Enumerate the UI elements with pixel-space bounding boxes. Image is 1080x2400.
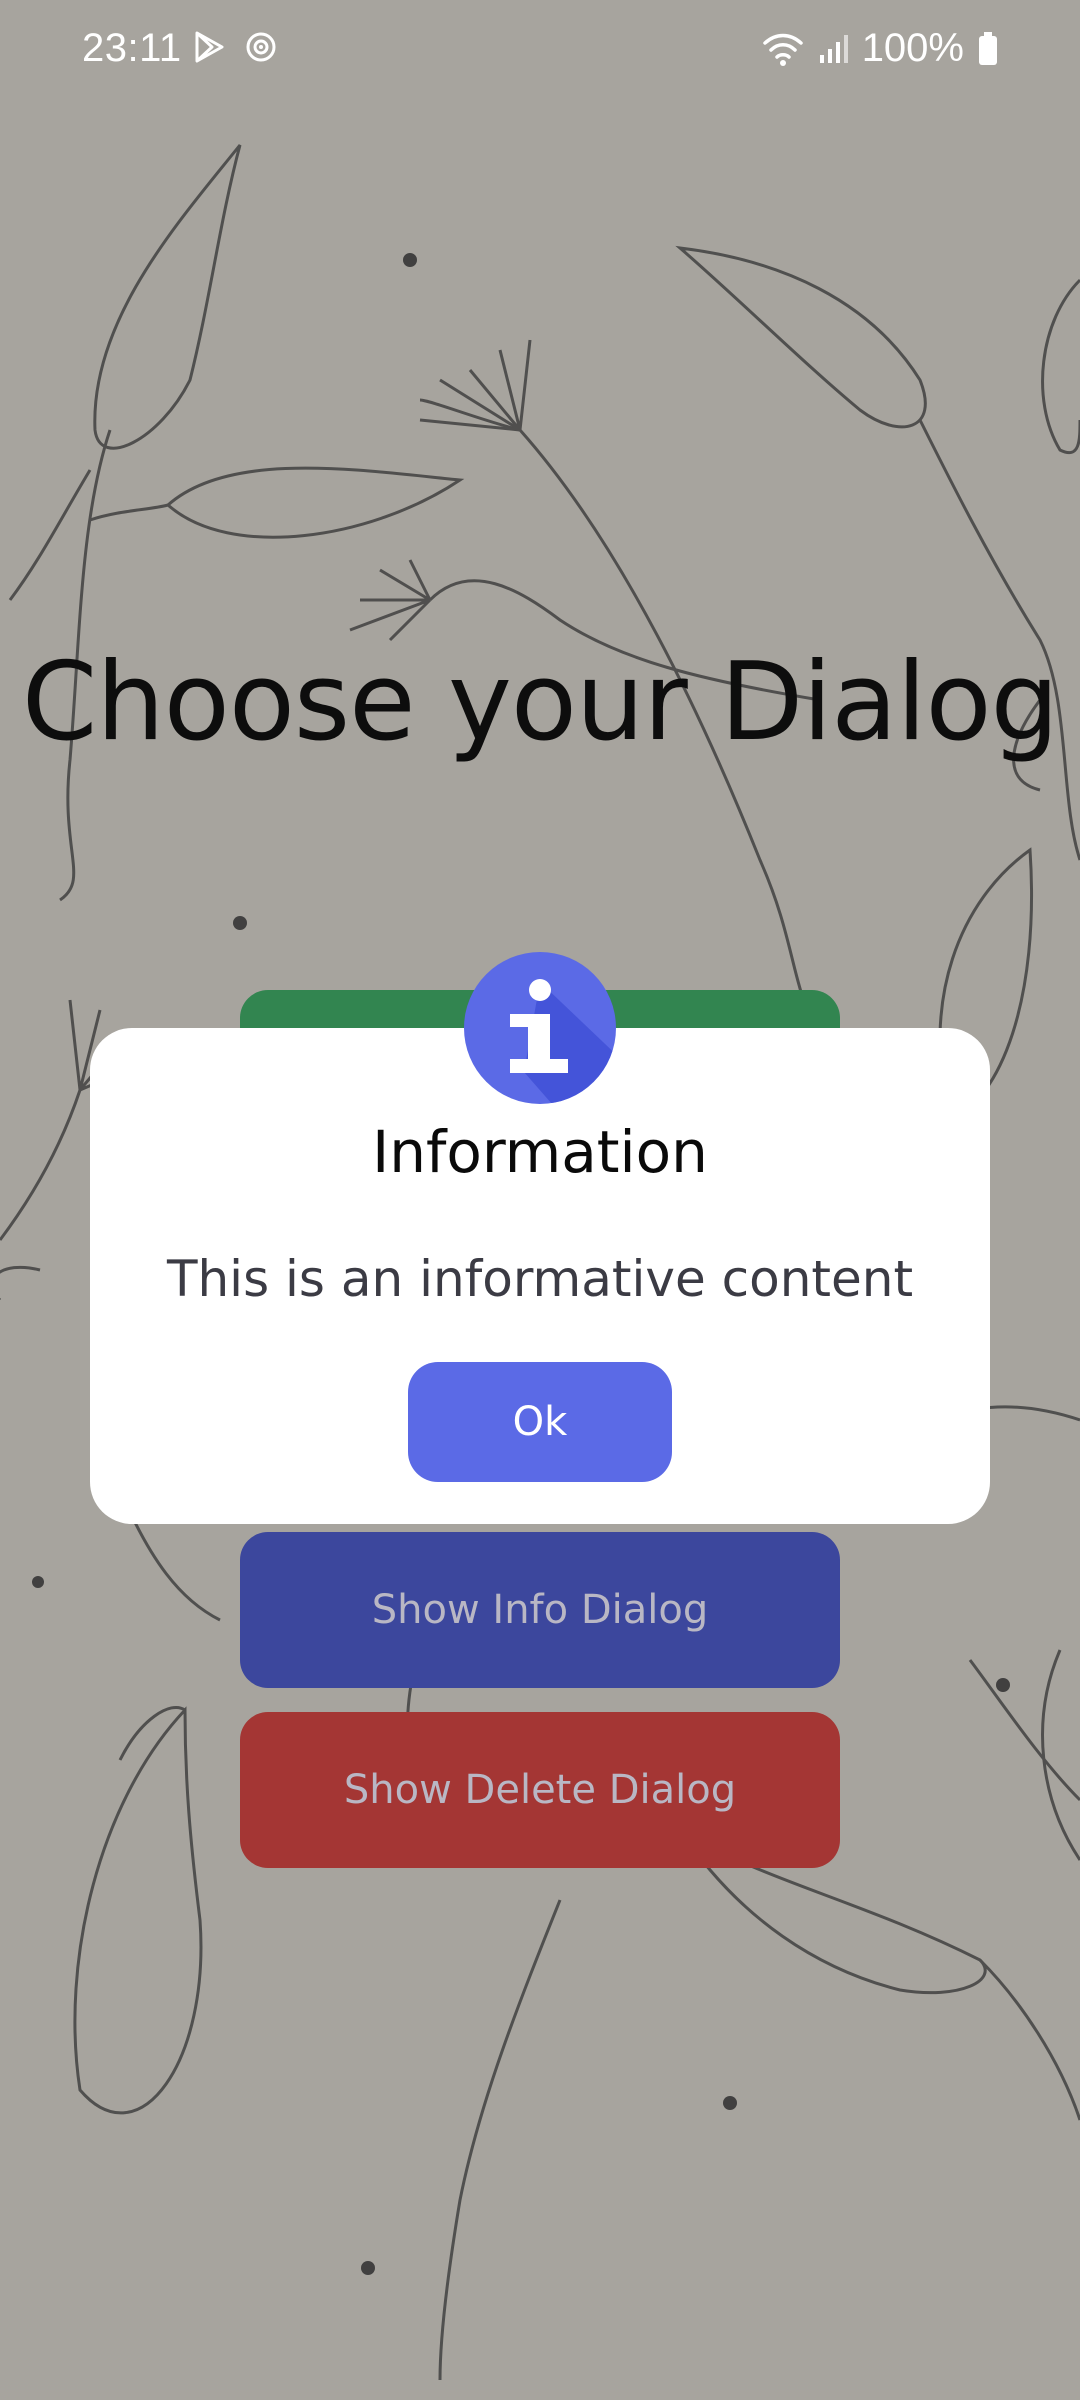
sync-icon: [246, 32, 276, 62]
status-time: 23:11: [82, 26, 182, 70]
wifi-icon: [762, 33, 803, 66]
signal-icon: [819, 34, 848, 63]
app-screen: 23:11 100% Choose your Dialog Show Info …: [0, 0, 1080, 2400]
dialog-title: Information: [372, 1118, 708, 1186]
show-info-dialog-button[interactable]: Show Info Dialog: [240, 1532, 840, 1688]
status-bar: 23:11 100%: [0, 0, 1080, 80]
status-right-group: 100%: [762, 26, 998, 71]
battery-icon: [979, 31, 997, 65]
dialog-message: This is an informative content: [166, 1250, 914, 1308]
play-store-icon: [195, 31, 224, 63]
battery-percent: 100%: [861, 26, 964, 70]
info-icon: [464, 952, 616, 1104]
notification-icons: [192, 30, 278, 64]
show-delete-dialog-button[interactable]: Show Delete Dialog: [240, 1712, 840, 1868]
ok-button[interactable]: Ok: [408, 1362, 672, 1482]
page-title: Choose your Dialog: [21, 640, 1059, 765]
